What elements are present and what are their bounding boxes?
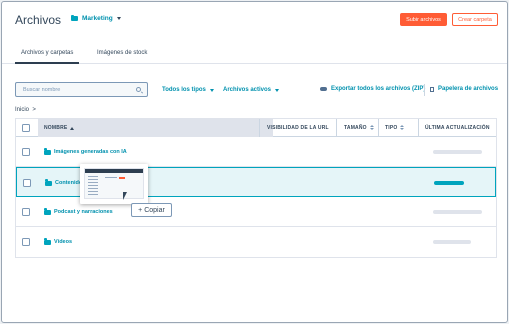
upload-files-button[interactable]: Subir archivos	[400, 13, 447, 26]
column-divider	[418, 119, 419, 137]
column-header-name-label: NOMBRE	[44, 125, 68, 131]
loading-placeholder-bar	[433, 210, 482, 214]
table-header: NOMBRE VISIBILIDAD DE LA URL TAMAÑO TIPO…	[16, 119, 496, 137]
breadcrumb-home[interactable]: Inicio	[15, 107, 29, 113]
files-app-window: Archivos Marketing Subir archivos Crear …	[1, 1, 508, 323]
breadcrumb[interactable]: Inicio >	[15, 107, 36, 113]
column-header-name[interactable]: NOMBRE	[44, 125, 75, 131]
sort-icon	[369, 125, 374, 131]
trash-icon	[430, 86, 434, 92]
caret-down-icon	[275, 88, 280, 92]
folder-name: Podcast y narraciones	[54, 209, 113, 215]
trash-link[interactable]: Papelera de archivos	[430, 86, 498, 92]
toolbar-divider	[424, 84, 425, 96]
folder-selector-label: Marketing	[82, 15, 113, 22]
column-header-last-updated[interactable]: ÚLTIMA ACTUALIZACIÓN	[425, 125, 490, 131]
folder-icon	[71, 14, 78, 21]
drag-preview-thumbnail[interactable]	[80, 164, 148, 204]
folder-icon	[44, 238, 51, 245]
column-header-url-visibility[interactable]: VISIBILIDAD DE LA URL	[267, 125, 329, 131]
column-divider	[259, 119, 260, 137]
folder-selector[interactable]: Marketing	[71, 14, 121, 22]
folder-icon	[44, 148, 51, 155]
table-row[interactable]: Vídeos	[16, 227, 496, 257]
search-placeholder: Buscar nombre	[23, 86, 61, 93]
cursor-icon	[123, 192, 127, 200]
caret-down-icon	[209, 88, 214, 92]
folder-icon	[44, 208, 51, 215]
cloud-download-icon	[320, 87, 327, 91]
column-header-type[interactable]: TIPO	[385, 125, 405, 131]
loading-placeholder-bar	[433, 150, 482, 154]
folder-link[interactable]: Imágenes generadas con IA	[44, 148, 127, 155]
loading-placeholder-bar	[433, 240, 471, 244]
export-zip-link[interactable]: Exportar todos los archivos (ZIP)	[320, 86, 425, 92]
folder-name: Vídeos	[54, 239, 73, 245]
file-preview-image	[84, 168, 144, 199]
column-divider	[336, 119, 337, 137]
tab-stock-images[interactable]: Imágenes de stock	[97, 50, 147, 56]
column-header-type-label: TIPO	[385, 125, 398, 131]
create-folder-button[interactable]: Crear carpeta	[452, 13, 498, 26]
sort-ascending-icon	[70, 126, 75, 130]
tab-bar: Archivos y carpetas Imágenes de stock	[2, 44, 507, 64]
caret-down-icon	[116, 17, 121, 20]
folder-icon	[45, 179, 52, 186]
row-checkbox[interactable]	[22, 238, 30, 246]
tab-files-and-folders[interactable]: Archivos y carpetas	[14, 50, 80, 64]
sort-icon	[400, 125, 405, 131]
column-header-size-label: TAMAÑO	[344, 125, 367, 131]
export-zip-label: Exportar todos los archivos (ZIP)	[331, 86, 426, 92]
table-row[interactable]: Imágenes generadas con IA	[16, 137, 496, 167]
search-icon	[136, 87, 141, 92]
select-all-checkbox[interactable]	[22, 124, 30, 132]
folder-name: Imágenes generadas con IA	[54, 149, 127, 155]
trash-label: Papelera de archivos	[438, 86, 499, 92]
row-checkbox[interactable]	[22, 148, 30, 156]
column-header-size[interactable]: TAMAÑO	[344, 125, 374, 131]
row-checkbox[interactable]	[23, 179, 31, 187]
search-input[interactable]: Buscar nombre	[15, 82, 148, 97]
status-filter-dropdown[interactable]: Archivos activos	[223, 87, 280, 93]
folder-link[interactable]: Vídeos	[44, 238, 73, 245]
status-filter-label: Archivos activos	[223, 87, 272, 93]
row-checkbox[interactable]	[22, 208, 30, 216]
folder-link[interactable]: Podcast y narraciones	[44, 208, 113, 215]
chevron-right-icon: >	[30, 107, 36, 113]
page-title: Archivos	[15, 13, 62, 27]
type-filter-dropdown[interactable]: Todos los tipos	[162, 87, 214, 93]
column-divider	[378, 119, 379, 137]
type-filter-label: Todos los tipos	[162, 87, 206, 93]
copy-drop-indicator: + Copiar	[131, 203, 172, 217]
loading-placeholder-bar	[434, 181, 464, 185]
